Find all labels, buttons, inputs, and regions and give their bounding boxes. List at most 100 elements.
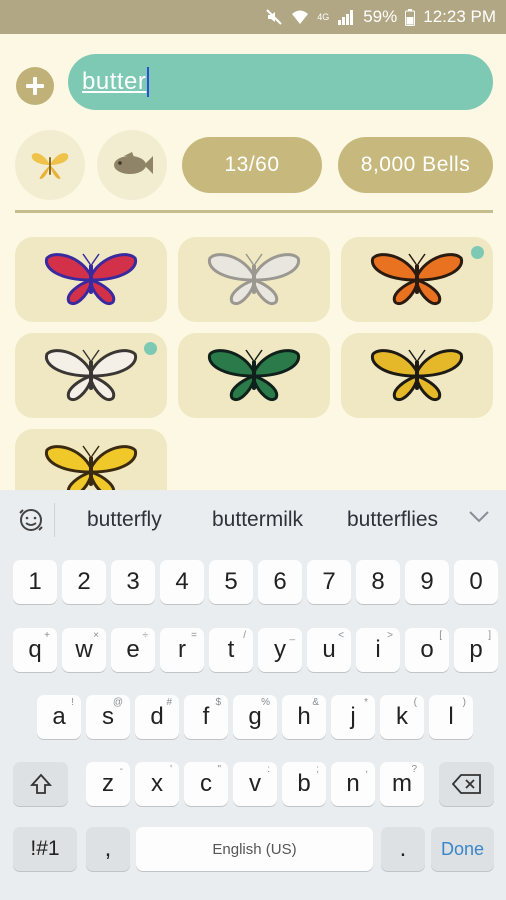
key-m-label: m [392, 770, 412, 797]
key-y[interactable]: y _ [258, 628, 302, 672]
key-hint: - [119, 764, 123, 775]
bug-filter-button[interactable] [15, 130, 85, 200]
key-e[interactable]: e ÷ [111, 628, 155, 672]
space-key-label: English (US) [212, 840, 297, 858]
chevron-down-icon[interactable] [468, 510, 490, 529]
key-j[interactable]: j * [331, 695, 375, 739]
wifi-icon [291, 9, 309, 25]
key-o[interactable]: o[ [405, 628, 449, 672]
butterfly-yellow-black-icon [370, 348, 464, 401]
key-k-label: k [396, 703, 408, 730]
key-hint: > [387, 630, 393, 641]
key-j-label: j [350, 703, 356, 730]
fish-icon [114, 152, 153, 174]
butterfly-red-icon [44, 252, 138, 305]
clock: 12:23 PM [423, 7, 496, 26]
key-g[interactable]: g% [233, 695, 277, 739]
key-a[interactable]: a! [37, 695, 81, 739]
add-button[interactable] [16, 67, 54, 105]
backspace-key[interactable] [439, 762, 494, 806]
key-hint: ÷ [142, 630, 149, 641]
critter-tile[interactable] [341, 237, 493, 322]
key-b[interactable]: b; [282, 762, 326, 806]
symbols-key[interactable]: !#1 [13, 827, 77, 871]
key-k[interactable]: k( [380, 695, 424, 739]
key-1[interactable]: 1 [13, 560, 57, 604]
search-field[interactable]: butter [68, 54, 493, 110]
key-f[interactable]: f $ [184, 695, 228, 739]
space-key[interactable]: English (US) [136, 827, 373, 871]
suggestion-1[interactable]: butterfly [87, 508, 162, 532]
key-r[interactable]: r = [160, 628, 204, 672]
key-c[interactable]: c " [184, 762, 228, 806]
key-0[interactable]: 0 [454, 560, 498, 604]
key-z[interactable]: z- [86, 762, 130, 806]
key-4[interactable]: 4 [160, 560, 204, 604]
key-w[interactable]: w × [62, 628, 106, 672]
done-key[interactable]: Done [431, 827, 494, 871]
shift-icon [29, 773, 52, 794]
bells-total-badge[interactable]: 8,000 Bells [338, 137, 493, 193]
period-key[interactable]: . [381, 827, 425, 871]
key-o-label: o [420, 636, 434, 663]
key-q[interactable]: q + [13, 628, 57, 672]
suggestion-2[interactable]: buttermilk [212, 508, 303, 532]
comma-key[interactable]: , [86, 827, 130, 871]
key-z-label: z [102, 770, 114, 797]
backspace-icon [451, 774, 481, 794]
search-input[interactable]: butter [82, 68, 146, 96]
key-2[interactable]: 2 [62, 560, 106, 604]
key-n[interactable]: n, [331, 762, 375, 806]
key-hint: = [191, 630, 197, 641]
key-p[interactable]: p] [454, 628, 498, 672]
key-m[interactable]: m? [380, 762, 424, 806]
key-hint: * [364, 697, 368, 708]
key-u[interactable]: u < [307, 628, 351, 672]
butterfly-paper-kite-icon [44, 348, 138, 401]
butterfly-green-icon [207, 348, 301, 401]
key-h[interactable]: h & [282, 695, 326, 739]
butterfly-yellow-icon [44, 444, 138, 490]
emoji-toggle-icon[interactable] [16, 505, 46, 535]
critter-tile[interactable] [178, 237, 330, 322]
critter-tile[interactable] [15, 237, 167, 322]
key-hint: ( [413, 697, 417, 708]
caught-count-badge[interactable]: 13/60 [182, 137, 322, 193]
key-i[interactable]: i > [356, 628, 400, 672]
fish-filter-button[interactable] [97, 130, 167, 200]
key-8[interactable]: 8 [356, 560, 400, 604]
butterfly-monarch-icon [370, 252, 464, 305]
shift-key[interactable] [13, 762, 68, 806]
key-hint: ) [462, 697, 466, 708]
key-1-label: 1 [28, 568, 42, 595]
key-l-label: l [448, 703, 454, 730]
key-d[interactable]: d # [135, 695, 179, 739]
key-s[interactable]: s @ [86, 695, 130, 739]
key-9[interactable]: 9 [405, 560, 449, 604]
key-q-label: q [28, 636, 42, 663]
key-8-label: 8 [371, 568, 385, 595]
key-b-label: b [297, 770, 311, 797]
suggestion-3[interactable]: butterflies [347, 508, 438, 532]
critter-tile[interactable] [341, 333, 493, 418]
key-t[interactable]: t / [209, 628, 253, 672]
key-y-label: y [274, 636, 286, 663]
key-5[interactable]: 5 [209, 560, 253, 604]
on-screen-keyboard: butterfly buttermilk butterflies 1 2 3 4 5 6 7… [0, 490, 506, 900]
key-7-label: 7 [322, 568, 336, 595]
key-hint: @ [112, 697, 123, 708]
key-7[interactable]: 7 [307, 560, 351, 604]
key-u-label: u [322, 636, 336, 663]
symbols-key-label: !#1 [30, 837, 60, 860]
critter-tile[interactable] [178, 333, 330, 418]
key-hint: : [267, 764, 270, 775]
key-6[interactable]: 6 [258, 560, 302, 604]
critter-tile[interactable] [15, 429, 167, 490]
network-type-label: 4G [317, 12, 330, 22]
key-l[interactable]: l) [429, 695, 473, 739]
key-3[interactable]: 3 [111, 560, 155, 604]
suggestion-separator [54, 503, 55, 537]
key-hint: [ [439, 630, 442, 641]
key-v[interactable]: v: [233, 762, 277, 806]
key-x[interactable]: x ' [135, 762, 179, 806]
